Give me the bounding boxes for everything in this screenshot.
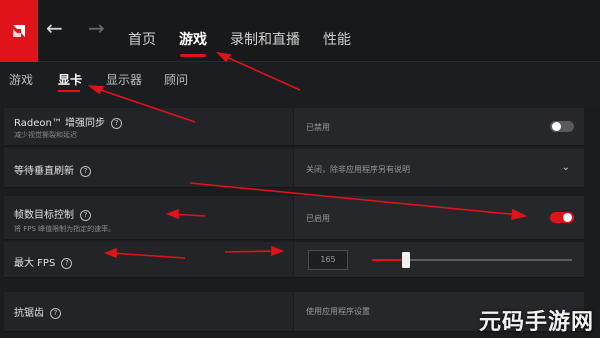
subtab-display[interactable]: 显示器 [106,71,142,88]
tab-home[interactable]: 首页 [128,29,156,49]
max-fps-input[interactable]: 165 [308,250,348,270]
subtab-graphics[interactable]: 显卡 [58,71,82,88]
frtc-label: 帧数目标控制? [14,206,91,221]
setting-row-frtc: 帧数目标控制? 将 FPS 峰值限制为指定的速率。 已启用 [4,196,584,240]
max-fps-label: 最大 FPS? [14,254,73,269]
vsync-label: 等待垂直刷新? [14,162,91,177]
top-nav-bar: ← → 首页 游戏 录制和直播 性能 [0,0,600,62]
help-icon[interactable]: ? [80,165,91,177]
amd-logo-mark [13,25,25,37]
frtc-sublabel: 将 FPS 峰值限制为指定的速率。 [14,225,116,233]
setting-row-vsync: 等待垂直刷新? 关闭，除非应用程序另有说明 ⌄ [4,148,584,188]
enhanced-sync-label: Radeon™ 增强同步? [14,114,122,129]
frtc-value: 已启用 [306,214,330,223]
enhanced-sync-sublabel: 减少视觉撕裂和延迟 [14,131,77,139]
toggle-knob [552,122,561,131]
vsync-dropdown[interactable]: 关闭，除非应用程序另有说明 ⌄ [294,148,584,187]
tab-record-stream[interactable]: 录制和直播 [230,29,300,49]
toggle-knob [563,213,572,222]
back-arrow-icon[interactable]: ← [46,18,63,38]
subtab-games[interactable]: 游戏 [9,71,33,88]
enhanced-sync-value: 已禁用 [306,123,330,132]
tab-performance[interactable]: 性能 [323,29,351,49]
max-fps-slider-thumb[interactable] [402,252,410,268]
help-icon[interactable]: ? [111,117,122,129]
sub-nav-bar: 游戏 显卡 显示器 顾问 [0,63,600,108]
vsync-value: 关闭，除非应用程序另有说明 [306,165,410,174]
setting-row-enhanced-sync: Radeon™ 增强同步? 减少视觉撕裂和延迟 已禁用 [4,108,584,146]
amd-logo-icon[interactable] [0,0,38,62]
watermark: 元码手游网 [478,310,594,335]
max-fps-slider-fill [372,259,406,261]
active-tab-indicator [180,54,206,57]
subtab-advisor[interactable]: 顾问 [164,71,188,88]
tab-gaming[interactable]: 游戏 [179,29,207,49]
setting-row-max-fps: 最大 FPS? 165 [4,242,584,278]
active-subtab-indicator [58,90,80,92]
frtc-toggle[interactable] [550,212,574,223]
help-icon[interactable]: ? [80,209,91,221]
help-icon[interactable]: ? [61,257,73,269]
forward-arrow-icon[interactable]: → [88,18,105,38]
help-icon[interactable]: ? [50,307,61,319]
chevron-down-icon: ⌄ [561,162,570,173]
anti-aliasing-value: 使用应用程序设置 [306,307,370,316]
anti-aliasing-label: 抗锯齿? [14,304,61,319]
enhanced-sync-toggle[interactable] [550,121,574,132]
